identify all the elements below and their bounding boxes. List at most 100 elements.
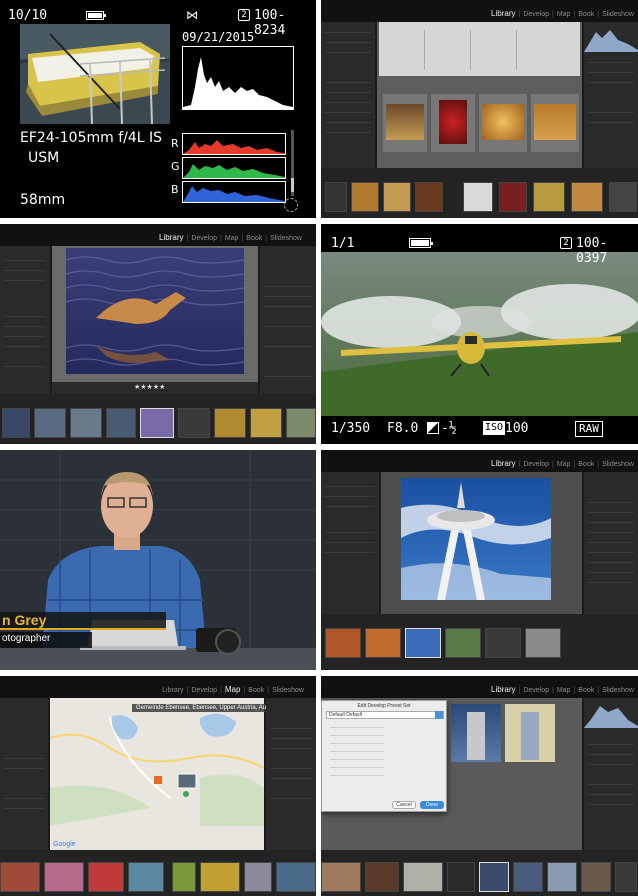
filmstrip [321, 614, 638, 670]
filmstrip-thumb[interactable] [533, 182, 565, 212]
scroll-position-bar [291, 130, 294, 196]
nav-library[interactable]: Library [491, 459, 515, 468]
filmstrip-thumb[interactable] [463, 182, 493, 212]
filmstrip-thumb[interactable] [365, 628, 401, 658]
loupe-view: ★★★★★ [52, 246, 258, 394]
filmstrip-thumb[interactable] [365, 862, 399, 892]
right-panel [266, 698, 316, 850]
filmstrip-thumb[interactable] [403, 862, 443, 892]
nav-slideshow[interactable]: Slideshow [270, 235, 302, 242]
filmstrip-thumb[interactable] [106, 408, 136, 438]
nav-develop[interactable]: Develop [523, 687, 549, 694]
filmstrip [321, 850, 638, 896]
filmstrip-thumb[interactable] [70, 408, 102, 438]
camera-playback-panel: 10/10 ⋈ 2 100-8234 09/21/2015 09:14:50 R… [0, 0, 316, 218]
module-nav: Library | Develop | Map | Book | Slideshow [0, 224, 316, 246]
lightroom-loupe-panel: Library | Develop | Map | Book | Slideshow ★ [0, 224, 316, 444]
filmstrip-thumb[interactable] [351, 182, 379, 212]
filmstrip-thumb[interactable] [178, 408, 210, 438]
preset-select-value: Default Default [329, 712, 363, 718]
nav-map[interactable]: Map [557, 11, 571, 18]
filmstrip-thumb[interactable] [286, 408, 316, 438]
nav-slideshow[interactable]: Slideshow [272, 687, 304, 694]
nav-develop[interactable]: Develop [523, 11, 549, 18]
brightness-histogram [182, 46, 294, 110]
nav-develop[interactable]: Develop [191, 687, 217, 694]
green-histogram [182, 157, 286, 179]
filmstrip-thumb[interactable] [571, 182, 603, 212]
filmstrip-thumb-selected[interactable] [479, 862, 509, 892]
grid-thumbnail[interactable] [531, 94, 579, 152]
filmstrip-thumb[interactable] [2, 408, 30, 438]
card-slot-icon: 2 [238, 9, 250, 21]
filmstrip-thumb[interactable] [485, 628, 521, 658]
nav-develop[interactable]: Develop [523, 461, 549, 468]
filmstrip-thumb[interactable] [445, 628, 481, 658]
filmstrip-thumb[interactable] [615, 862, 637, 892]
filmstrip-thumb[interactable] [88, 862, 124, 892]
filmstrip-thumb-selected[interactable] [140, 408, 174, 438]
image-format: RAW [575, 421, 603, 437]
filmstrip-thumb[interactable] [34, 408, 66, 438]
filmstrip-thumb[interactable] [547, 862, 577, 892]
filmstrip-thumb[interactable] [214, 408, 246, 438]
filmstrip-thumb[interactable] [609, 182, 637, 212]
filmstrip-thumb-selected[interactable] [405, 628, 441, 658]
nav-slideshow[interactable]: Slideshow [602, 461, 634, 468]
filmstrip-thumb[interactable] [325, 182, 347, 212]
title-lower-third: otographer [0, 632, 92, 648]
cancel-button[interactable]: Cancel [392, 801, 416, 809]
filmstrip-thumb[interactable] [415, 182, 443, 212]
filmstrip-thumb[interactable] [276, 862, 316, 892]
filmstrip-thumb[interactable] [250, 408, 282, 438]
nav-develop[interactable]: Develop [191, 235, 217, 242]
presenter-video-panel: n Grey otographer [0, 450, 316, 670]
red-histogram [182, 133, 286, 155]
nav-book[interactable]: Book [578, 11, 594, 18]
grid-thumbnail[interactable] [383, 94, 427, 152]
nav-map[interactable]: Map [557, 687, 571, 694]
filmstrip-thumb[interactable] [499, 182, 527, 212]
nav-book[interactable]: Book [578, 461, 594, 468]
done-button[interactable]: Done [420, 801, 444, 809]
blue-histogram [182, 181, 286, 203]
nav-book[interactable]: Book [578, 687, 594, 694]
nav-library[interactable]: Library [491, 685, 515, 694]
left-panel [0, 246, 50, 394]
nav-book[interactable]: Book [248, 687, 264, 694]
nav-library[interactable]: Library [162, 687, 183, 694]
filmstrip-thumb[interactable] [128, 862, 164, 892]
nav-slideshow[interactable]: Slideshow [602, 687, 634, 694]
nav-map[interactable]: Map [225, 685, 241, 694]
filmstrip-thumb[interactable] [383, 182, 411, 212]
filmstrip-thumb[interactable] [172, 862, 196, 892]
nav-slideshow[interactable]: Slideshow [602, 11, 634, 18]
filmstrip-thumb[interactable] [325, 628, 361, 658]
grid-thumbnail[interactable] [431, 94, 475, 152]
filmstrip-thumb[interactable] [44, 862, 84, 892]
building-photo [505, 704, 555, 762]
filmstrip-thumb[interactable] [0, 862, 40, 892]
filmstrip-thumb[interactable] [513, 862, 543, 892]
nav-map[interactable]: Map [557, 461, 571, 468]
iso-label: ISO [483, 421, 506, 435]
filmstrip-thumb[interactable] [200, 862, 240, 892]
aperture: F8.0 [387, 421, 419, 436]
edit-preset-dialog: Edit Develop Preset Set Default Default … [321, 700, 447, 812]
filmstrip-thumb[interactable] [244, 862, 272, 892]
grid-thumbnail[interactable] [479, 94, 527, 152]
filmstrip-thumb[interactable] [321, 862, 361, 892]
filmstrip-thumb[interactable] [581, 862, 611, 892]
module-nav: Library | Develop | Map | Book | Slideshow [321, 0, 638, 22]
preset-select[interactable]: Default Default [326, 711, 444, 719]
map-canvas[interactable] [50, 698, 264, 826]
nav-book[interactable]: Book [246, 235, 262, 242]
focal-length: 58mm [20, 192, 66, 208]
filmstrip-thumb[interactable] [525, 628, 561, 658]
nav-map[interactable]: Map [225, 235, 239, 242]
nav-library[interactable]: Library [159, 233, 183, 242]
filmstrip-thumb[interactable] [447, 862, 475, 892]
rating-stars[interactable]: ★★★★★ [134, 383, 165, 391]
nav-library[interactable]: Library [491, 9, 515, 18]
folder-file-number: 100-0397 [576, 236, 608, 266]
